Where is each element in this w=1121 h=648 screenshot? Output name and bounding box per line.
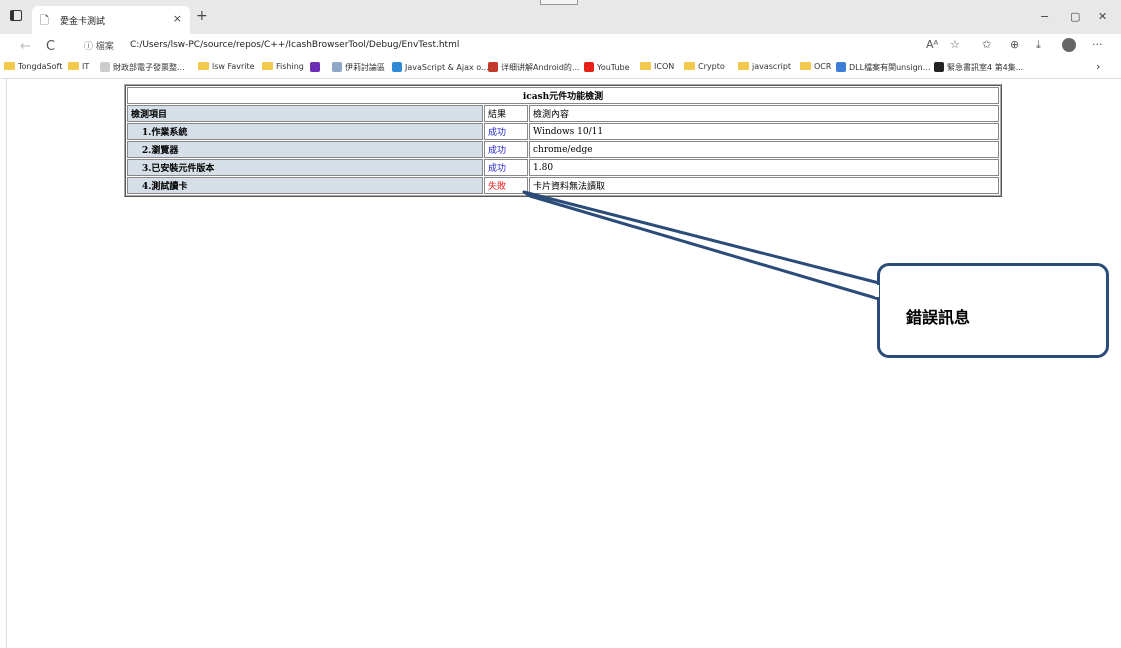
callout-pointer-cover — [875, 285, 879, 297]
